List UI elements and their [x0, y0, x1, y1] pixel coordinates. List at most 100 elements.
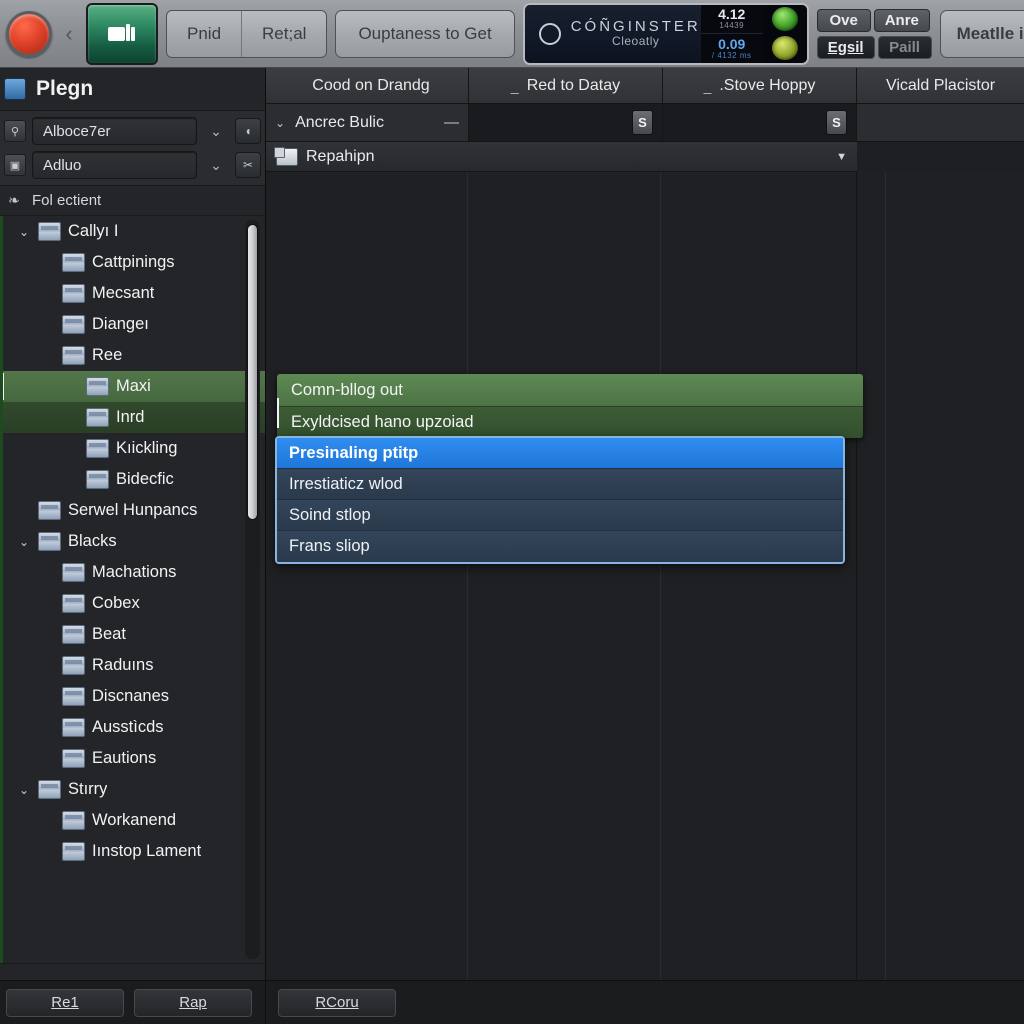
twisty-icon[interactable]: ⌄ — [17, 225, 31, 239]
green-list-item[interactable]: Exyldcised hano upzoiad — [277, 406, 863, 438]
tree-item[interactable]: ⌄Raduıns — [3, 650, 265, 681]
badge-s[interactable]: S — [632, 110, 653, 135]
main-panel: Cood on Drandg _ Red to Datay _ .Stove H… — [266, 68, 1024, 1024]
sidebar-scrollbar-thumb[interactable] — [247, 224, 258, 520]
lcd-display[interactable]: CÓÑGINSTER Cleoatly 4.12 14439 0.09 / 41… — [522, 2, 809, 65]
windows-icon-button[interactable] — [86, 2, 158, 65]
tree-item[interactable]: ⌄Inrd⌄ — [3, 402, 265, 433]
caret-down-icon[interactable]: ▼ — [836, 151, 847, 163]
tree-item[interactable]: ⌄Maxi⌄ — [3, 371, 265, 402]
segment-print[interactable]: Pnid — [167, 10, 243, 57]
tree-item[interactable]: ⌄Iınstop Lament — [3, 836, 265, 867]
segment-retail[interactable]: Ret;al — [242, 11, 326, 57]
folder-icon — [62, 284, 85, 303]
tree-item[interactable]: ⌄Beat — [3, 619, 265, 650]
tree-item[interactable]: ⌄Bidecfic⌄ — [3, 464, 265, 495]
lcd-brand: CÓÑGINSTER — [570, 17, 701, 35]
quad-row-bottom: Egsil Paill — [816, 35, 932, 59]
tree-item[interactable]: ⌄Ree⌄ — [3, 340, 265, 371]
blue-dropdown-list[interactable]: Presinaling ptitp Irrestiaticz wlod Soind … — [275, 436, 845, 564]
dropdown-option[interactable]: Irrestiaticz wlod — [277, 469, 843, 500]
main-canvas-right[interactable] — [858, 172, 1024, 988]
repahipn-row[interactable]: Repahipn ▼ — [266, 142, 857, 172]
sidebar-tree-container: ⌄Callyı I⌄Cattpinings⌄Mecsant⌄⌄Diangeı⌄⌄… — [0, 216, 265, 1024]
tab-red-to-datay[interactable]: _ Red to Datay — [469, 68, 663, 104]
field-stove-hoppy[interactable]: S — [663, 104, 857, 142]
rcoru-button[interactable]: RCoru — [278, 988, 396, 1017]
tree-item[interactable]: ⌄Kıickling⌄ — [3, 433, 265, 464]
tree-item[interactable]: ⌄Diangeı⌄ — [3, 309, 265, 340]
tree-item-label: Diangeı — [92, 315, 149, 333]
clips-icon — [274, 146, 298, 166]
over-button[interactable]: Ove — [816, 8, 871, 32]
green-context-list[interactable]: Comn-bllog out Exyldcised hano upzoiad — [277, 374, 863, 438]
tree-item[interactable]: ⌄Serwel Hunpancs — [3, 495, 265, 526]
tree-item[interactable]: ⌄Cobex — [3, 588, 265, 619]
folder-icon — [38, 222, 61, 241]
tab-cood-on-drandg[interactable]: Cood on Drandg — [266, 68, 469, 104]
tab-vicald-placistor[interactable]: Vicald Placistor — [857, 68, 1024, 104]
sidebar-section-header: ❧ Fol ectient — [0, 186, 265, 216]
chevron-down-icon[interactable]: ⌄ — [203, 157, 229, 174]
tab-stove-hoppy[interactable]: _ .Stove Hoppy — [663, 68, 857, 104]
egsil-button[interactable]: Egsil — [816, 35, 875, 59]
bell-icon-button[interactable]: ◖ — [235, 118, 261, 144]
chevron-down-icon[interactable]: ⌄ — [275, 116, 285, 130]
back-chevron-icon[interactable]: ‹ — [60, 22, 78, 45]
rap-button[interactable]: Rap — [134, 988, 252, 1017]
tree-item[interactable]: ⌄ Callyı I — [3, 216, 265, 247]
scissors-icon-button[interactable]: ✂ — [235, 152, 261, 178]
anre-button[interactable]: Anre — [873, 8, 930, 32]
folder-icon — [62, 594, 85, 613]
segmented-control[interactable]: Pnid Ret;al — [166, 9, 328, 58]
tree-item[interactable]: ⌄Discnanes — [3, 681, 265, 712]
ancrec-bulic-group[interactable]: ⌄ Ancrec Bulic — — [266, 104, 469, 142]
outcome-button[interactable]: Ouptaness to Get — [335, 9, 515, 58]
dropdown-option[interactable]: Soind stlop — [277, 500, 843, 531]
alboce7er-field[interactable]: Alboce7er — [32, 117, 197, 145]
folder-icon — [62, 563, 85, 582]
sidebar-section-label: Fol ectient — [32, 192, 102, 209]
collapse-minus-icon[interactable]: — — [444, 114, 459, 131]
application-window: ‹ Pnid Ret;al Ouptaness to Get CÓÑGINSTE… — [0, 0, 1024, 1024]
tree-item-label: Inrd — [116, 408, 145, 426]
tree-item-label: Bidecfic — [116, 470, 174, 488]
tree-item[interactable]: ⌄Ausstìcds — [3, 712, 265, 743]
combo-row-1: ⚲ Alboce7er ⌄ ◖ — [0, 114, 265, 148]
folder-icon — [86, 408, 109, 427]
tree-item[interactable]: ⌄Machations — [3, 557, 265, 588]
dropdown-option[interactable]: Frans sliop — [277, 531, 843, 562]
folder-icon — [86, 377, 109, 396]
canvas-right-divider — [885, 172, 886, 988]
tree-item-label: Workanend — [92, 811, 177, 829]
image-icon: ▣ — [4, 154, 26, 176]
sidebar-tree[interactable]: ⌄Callyı I⌄Cattpinings⌄Mecsant⌄⌄Diangeı⌄⌄… — [0, 216, 265, 963]
record-button[interactable] — [6, 10, 52, 57]
tree-item[interactable]: ⌄Eautions — [3, 743, 265, 774]
folder-icon — [86, 439, 109, 458]
app-icon — [4, 78, 26, 100]
chevron-down-icon[interactable]: ⌄ — [203, 123, 229, 140]
lcd-status-leds — [762, 4, 807, 63]
tree-item[interactable]: ⌄Mecsant⌄ — [3, 278, 265, 309]
dropdown-option[interactable]: Presinaling ptitp — [277, 438, 843, 469]
twisty-icon[interactable]: ⌄ — [17, 783, 31, 797]
top-toolbar: ‹ Pnid Ret;al Ouptaness to Get CÓÑGINSTE… — [0, 0, 1024, 68]
tree-item[interactable]: ⌄ Blacks — [3, 526, 265, 557]
main-canvas[interactable] — [266, 172, 857, 988]
tree-item-label: Ausstìcds — [92, 718, 164, 736]
paill-button[interactable]: Paill — [877, 35, 932, 59]
tree-item[interactable]: ⌄Cattpinings — [3, 247, 265, 278]
twisty-icon[interactable]: ⌄ — [17, 535, 31, 549]
badge-s[interactable]: S — [826, 110, 847, 135]
re1-button[interactable]: Re1 — [6, 988, 124, 1017]
field-vicald-placistor[interactable] — [857, 104, 1024, 142]
meatlle-button[interactable]: Meatlle inr — [939, 9, 1024, 58]
tree-item[interactable]: ⌄ Stırry — [3, 774, 265, 805]
tree-item[interactable]: ⌄Workanend — [3, 805, 265, 836]
field-red-to-datay[interactable]: S — [469, 104, 663, 142]
bottom-bar: Re1 Rap RCoru — [0, 980, 1024, 1024]
quad-row-top: Ove Anre — [816, 8, 932, 32]
green-list-item[interactable]: Comn-bllog out — [277, 374, 863, 406]
adluo-field[interactable]: Adluo — [32, 151, 197, 179]
